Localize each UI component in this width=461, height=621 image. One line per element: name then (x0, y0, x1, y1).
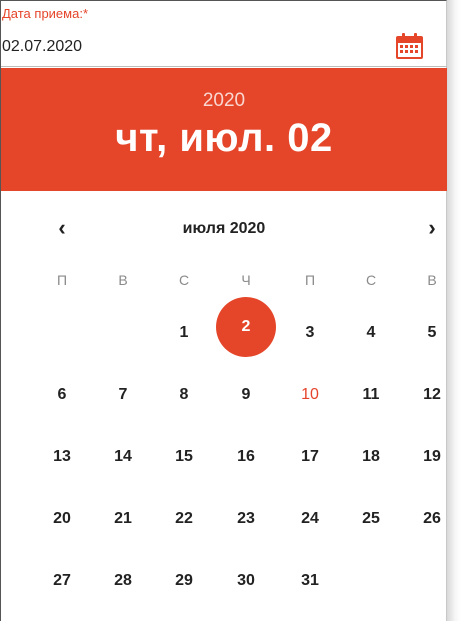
calendar-grid: П В С Ч П С В 1 2 3 4 5 6 7 8 9 10 11 12 13 14 15 16 17 18 19 20 21… (1, 269, 447, 615)
calendar-day[interactable]: 28 (103, 557, 143, 605)
weekday-label: С (178, 272, 190, 288)
calendar-icon[interactable] (395, 32, 424, 60)
calendar-day[interactable]: 6 (42, 371, 82, 419)
calendar-day[interactable]: 25 (351, 495, 391, 543)
calendar-day[interactable]: 14 (103, 433, 143, 481)
month-navigation: ‹ июля 2020 › (1, 211, 447, 251)
window-shadow (447, 0, 461, 621)
date-field[interactable]: Дата приема:* 02.07.2020 (1, 1, 447, 67)
calendar-day[interactable]: 20 (42, 495, 82, 543)
calendar-day[interactable]: 15 (164, 433, 204, 481)
calendar-week-row: 27 28 29 30 31 (1, 553, 447, 615)
calendar-day[interactable]: 4 (351, 309, 391, 357)
calendar-day[interactable]: 12 (412, 371, 452, 419)
calendar-day[interactable]: 5 (412, 309, 452, 357)
date-picker-panel: Дата приема:* 02.07.2020 2020 чт, июл. 0… (0, 0, 447, 621)
calendar-day[interactable]: 3 (290, 309, 330, 357)
calendar-day[interactable]: 11 (351, 371, 391, 419)
calendar-day[interactable]: 1 (164, 309, 204, 357)
weekday-label: П (304, 272, 316, 288)
weekday-label: П (56, 272, 68, 288)
calendar-week-row: 13 14 15 16 17 18 19 (1, 429, 447, 491)
calendar-day[interactable]: 31 (290, 557, 330, 605)
calendar-day[interactable]: 29 (164, 557, 204, 605)
date-field-label: Дата приема:* (2, 6, 88, 21)
date-field-value[interactable]: 02.07.2020 (2, 38, 82, 56)
calendar-day[interactable]: 13 (42, 433, 82, 481)
calendar-day[interactable]: 21 (103, 495, 143, 543)
weekday-label: С (365, 272, 377, 288)
weekday-label: В (118, 272, 128, 288)
header-selected-date: чт, июл. 02 (115, 116, 333, 160)
weekday-label: Ч (241, 272, 251, 288)
calendar-day[interactable]: 10 (290, 371, 330, 419)
current-month-label: июля 2020 (182, 220, 266, 237)
calendar-day[interactable]: 24 (290, 495, 330, 543)
calendar-day[interactable]: 27 (42, 557, 82, 605)
calendar-day[interactable]: 7 (103, 371, 143, 419)
calendar-day[interactable]: 17 (290, 433, 330, 481)
weekday-label: В (427, 272, 437, 288)
calendar-day-selected[interactable]: 2 (216, 297, 276, 357)
calendar-day[interactable]: 22 (164, 495, 204, 543)
calendar-day[interactable]: 16 (226, 433, 266, 481)
calendar-day[interactable]: 9 (226, 371, 266, 419)
weekday-header-row: ПВСЧПСВ (1, 269, 447, 305)
header-year[interactable]: 2020 (1, 90, 447, 112)
calendar-day[interactable]: 19 (412, 433, 452, 481)
calendar-day[interactable]: 23 (226, 495, 266, 543)
calendar-day[interactable]: 30 (226, 557, 266, 605)
calendar-week-row: 6 7 8 9 10 11 12 (1, 367, 447, 429)
calendar-day[interactable]: 18 (351, 433, 391, 481)
calendar-day[interactable]: 26 (412, 495, 452, 543)
calendar-header: 2020 чт, июл. 02 (1, 68, 447, 191)
calendar-week-row: 20 21 22 23 24 25 26 (1, 491, 447, 553)
calendar-week-row: 12345 (1, 297, 447, 367)
next-month-button[interactable]: › (420, 215, 444, 243)
calendar-day[interactable]: 8 (164, 371, 204, 419)
